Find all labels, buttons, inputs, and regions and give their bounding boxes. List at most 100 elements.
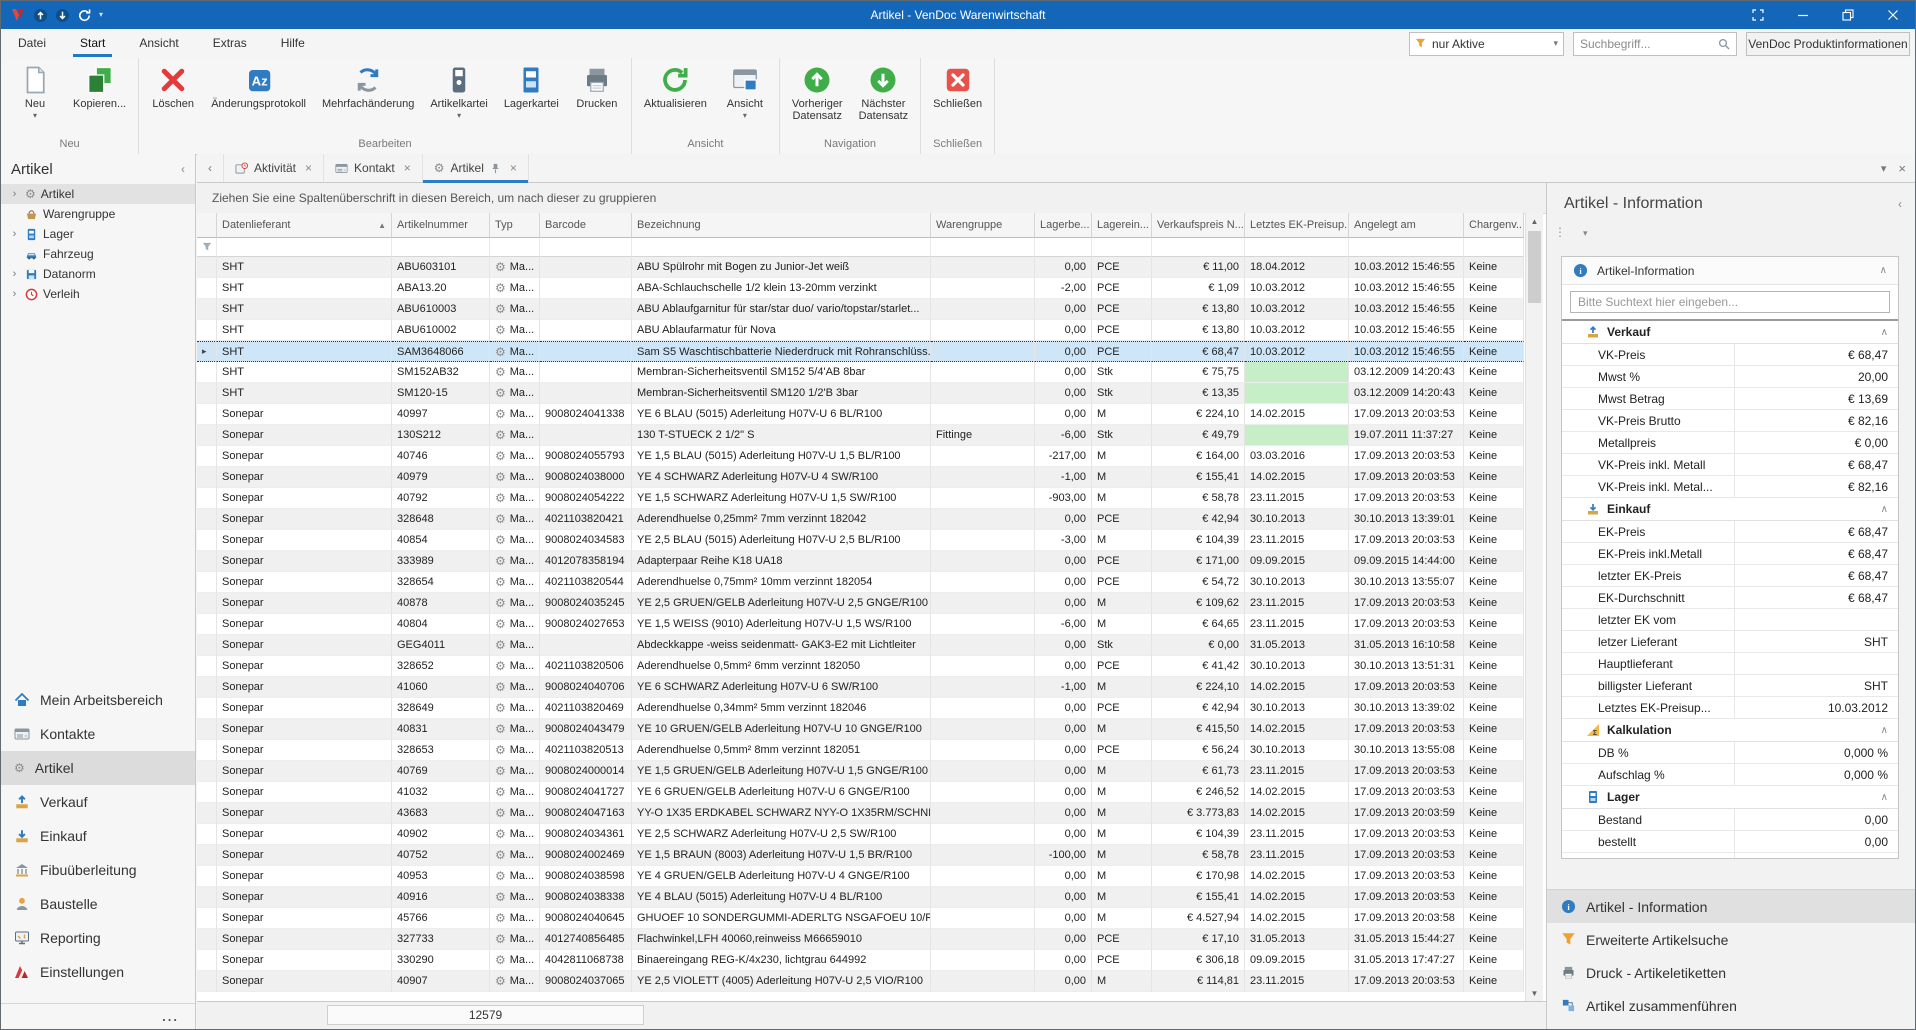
table-row[interactable]: Sonepar328654⚙Ma...4021103820544Aderendh… (197, 572, 1524, 593)
cell-angelegt-am[interactable]: 31.05.2013 16:10:58 (1349, 635, 1464, 656)
cell-typ[interactable]: ⚙Ma... (490, 908, 540, 929)
cell-verkaufspreis[interactable]: € 13,80 (1152, 299, 1245, 320)
cell-warengruppe[interactable] (931, 299, 1035, 320)
cell-lagerbestand[interactable]: -100,00 (1035, 845, 1092, 866)
cell-warengruppe[interactable] (931, 593, 1035, 614)
cell-datenlieferant[interactable]: SHT (217, 362, 392, 383)
table-row[interactable]: SoneparGEG4011⚙Ma...Abdeckkappe -weiss s… (197, 635, 1524, 656)
expander-icon[interactable]: › (9, 268, 20, 280)
table-row[interactable]: Sonepar40792⚙Ma...9008024054222YE 1,5 SC… (197, 488, 1524, 509)
cell-warengruppe[interactable] (931, 278, 1035, 299)
cell-ek-preisupdate[interactable]: 31.05.2013 (1245, 635, 1349, 656)
filter-cell[interactable] (1349, 238, 1464, 257)
sidebar-item-verkauf[interactable]: Verkauf (1, 785, 195, 819)
cell-verkaufspreis[interactable]: € 11,00 (1152, 257, 1245, 278)
cell-artikelnummer[interactable]: 40953 (392, 866, 490, 887)
filter-cell[interactable] (392, 238, 490, 257)
cell-lagereinheit[interactable]: M (1092, 530, 1152, 551)
field-value[interactable]: € 82,16 (1734, 476, 1898, 497)
cell-lagereinheit[interactable]: PCE (1092, 572, 1152, 593)
ribbon-button[interactable]: Aktualisieren (636, 61, 715, 110)
cell-datenlieferant[interactable]: Sonepar (217, 446, 392, 467)
table-row[interactable]: Sonepar40854⚙Ma...9008024034583YE 2,5 BL… (197, 530, 1524, 551)
cell-angelegt-am[interactable]: 17.09.2013 20:03:53 (1349, 971, 1464, 992)
cell-lagereinheit[interactable]: M (1092, 845, 1152, 866)
cell-verkaufspreis[interactable]: € 75,75 (1152, 362, 1245, 383)
cell-bezeichnung[interactable]: Adapterpaar Reihe K18 UA18 (632, 551, 931, 572)
cell-angelegt-am[interactable]: 17.09.2013 20:03:53 (1349, 677, 1464, 698)
cell-ek-preisupdate[interactable]: 23.11.2015 (1245, 614, 1349, 635)
cell-datenlieferant[interactable]: Sonepar (217, 845, 392, 866)
cell-typ[interactable]: ⚙Ma... (490, 824, 540, 845)
cell-datenlieferant[interactable]: Sonepar (217, 677, 392, 698)
cell-chargenverwaltung[interactable]: Keine (1464, 761, 1524, 782)
cell-datenlieferant[interactable]: Sonepar (217, 740, 392, 761)
cell-datenlieferant[interactable]: Sonepar (217, 782, 392, 803)
cell-warengruppe[interactable] (931, 257, 1035, 278)
field-value[interactable]: € 68,47 (1734, 587, 1898, 608)
cell-barcode[interactable]: 9008024054222 (540, 488, 632, 509)
cell-lagerbestand[interactable]: 0,00 (1035, 950, 1092, 971)
cell-artikelnummer[interactable]: 40831 (392, 719, 490, 740)
cell-chargenverwaltung[interactable]: Keine (1464, 467, 1524, 488)
cell-artikelnummer[interactable]: 40878 (392, 593, 490, 614)
cell-datenlieferant[interactable]: Sonepar (217, 593, 392, 614)
field-value[interactable]: 0,00 (1734, 853, 1898, 859)
table-row[interactable]: Sonepar40916⚙Ma...9008024038338YE 4 BLAU… (197, 887, 1524, 908)
cell-lagereinheit[interactable]: PCE (1092, 341, 1152, 362)
cell-verkaufspreis[interactable]: € 42,94 (1152, 698, 1245, 719)
table-row[interactable]: Sonepar327733⚙Ma...4012740856485Flachwin… (197, 929, 1524, 950)
cell-lagereinheit[interactable]: M (1092, 971, 1152, 992)
cell-bezeichnung[interactable]: YE 1,5 BLAU (5015) Aderleitung H07V-U 1,… (632, 446, 931, 467)
cell-ek-preisupdate[interactable]: 14.02.2015 (1245, 908, 1349, 929)
cell-chargenverwaltung[interactable]: Keine (1464, 404, 1524, 425)
cell-typ[interactable]: ⚙Ma... (490, 929, 540, 950)
cell-verkaufspreis[interactable]: € 42,94 (1152, 509, 1245, 530)
cell-barcode[interactable]: 9008024037065 (540, 971, 632, 992)
cell-angelegt-am[interactable]: 10.03.2012 15:46:55 (1349, 257, 1464, 278)
cell-datenlieferant[interactable]: Sonepar (217, 614, 392, 635)
cell-bezeichnung[interactable]: Abdeckkappe -weiss seidenmatt- GAK3-E2 m… (632, 635, 931, 656)
cell-verkaufspreis[interactable]: € 13,80 (1152, 320, 1245, 341)
cell-angelegt-am[interactable]: 10.03.2012 15:46:55 (1349, 341, 1464, 362)
field-value[interactable]: 0,000 % (1734, 764, 1898, 785)
cell-barcode[interactable]: 9008024034361 (540, 824, 632, 845)
cell-barcode[interactable] (540, 299, 632, 320)
cell-warengruppe[interactable] (931, 761, 1035, 782)
cell-bezeichnung[interactable]: YE 1,5 BRAUN (8003) Aderleitung H07V-U 1… (632, 845, 931, 866)
table-row[interactable]: Sonepar40902⚙Ma...9008024034361YE 2,5 SC… (197, 824, 1524, 845)
cell-ek-preisupdate[interactable]: 14.02.2015 (1245, 782, 1349, 803)
tab-kontakt[interactable]: Kontakt× (324, 154, 423, 182)
cell-barcode[interactable]: 9008024000014 (540, 761, 632, 782)
cell-typ[interactable]: ⚙Ma... (490, 488, 540, 509)
cell-warengruppe[interactable] (931, 845, 1035, 866)
cell-typ[interactable]: ⚙Ma... (490, 320, 540, 341)
cell-barcode[interactable]: 9008024038598 (540, 866, 632, 887)
cell-verkaufspreis[interactable]: € 171,00 (1152, 551, 1245, 572)
table-row[interactable]: SHTSM120-15⚙Ma...Membran-Sicherheitsvent… (197, 383, 1524, 404)
filter-cell[interactable] (490, 238, 540, 257)
cell-chargenverwaltung[interactable]: Keine (1464, 446, 1524, 467)
cell-warengruppe[interactable] (931, 320, 1035, 341)
cell-ek-preisupdate[interactable]: 10.03.2012 (1245, 278, 1349, 299)
qat-customize-caret-icon[interactable]: ▾ (99, 11, 103, 19)
cell-bezeichnung[interactable]: Aderendhuelse 0,25mm² 7mm verzinnt 18204… (632, 509, 931, 530)
cell-datenlieferant[interactable]: SHT (217, 278, 392, 299)
cell-ek-preisupdate[interactable]: 23.11.2015 (1245, 824, 1349, 845)
cell-ek-preisupdate[interactable]: 23.11.2015 (1245, 761, 1349, 782)
expander-icon[interactable]: › (9, 288, 20, 300)
cell-lagerbestand[interactable]: 0,00 (1035, 761, 1092, 782)
table-row[interactable]: Sonepar40997⚙Ma...9008024041338YE 6 BLAU… (197, 404, 1524, 425)
ribbon-button[interactable]: Vorheriger Datensatz (784, 61, 851, 122)
field-value[interactable]: € 68,47 (1734, 565, 1898, 586)
cell-artikelnummer[interactable]: 40854 (392, 530, 490, 551)
cell-typ[interactable]: ⚙Ma... (490, 845, 540, 866)
cell-datenlieferant[interactable]: Sonepar (217, 425, 392, 446)
column-header[interactable]: Verkaufspreis N... (1152, 213, 1245, 238)
cell-angelegt-am[interactable]: 10.03.2012 15:46:55 (1349, 278, 1464, 299)
cell-lagereinheit[interactable]: M (1092, 677, 1152, 698)
cell-ek-preisupdate[interactable]: 09.09.2015 (1245, 551, 1349, 572)
cell-lagerbestand[interactable]: 0,00 (1035, 551, 1092, 572)
cell-barcode[interactable] (540, 383, 632, 404)
cell-chargenverwaltung[interactable]: Keine (1464, 908, 1524, 929)
